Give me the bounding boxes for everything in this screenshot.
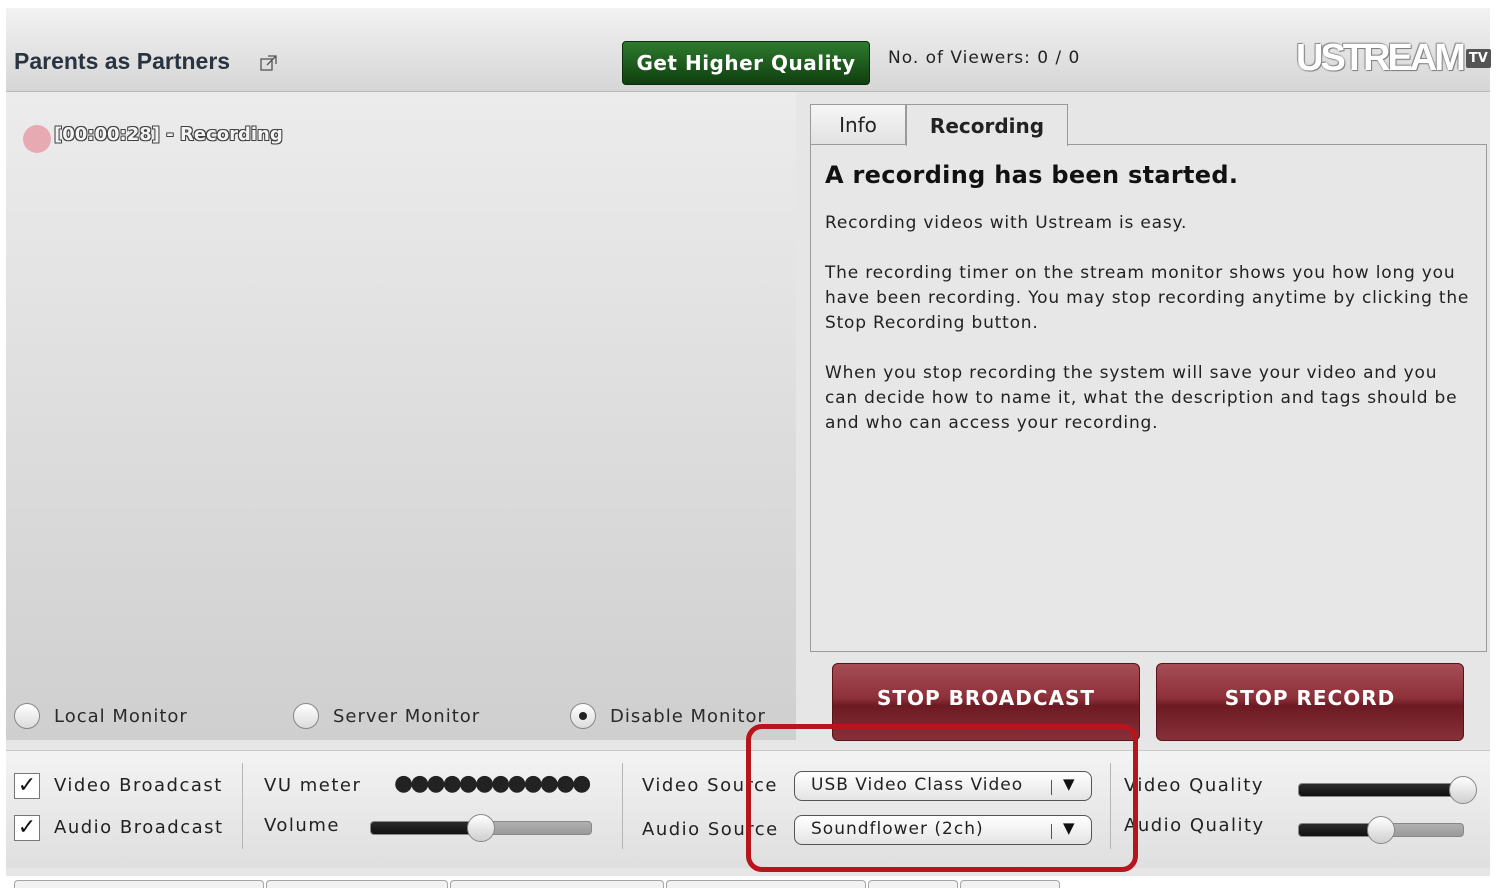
panel-heading: A recording has been started. <box>825 161 1239 189</box>
tab-info[interactable]: Info <box>810 104 906 144</box>
video-source-label: Video Source <box>642 775 778 796</box>
volume-label: Volume <box>264 815 340 836</box>
bottom-tab[interactable] <box>450 880 664 888</box>
radio-label: Server Monitor <box>333 705 481 727</box>
radio-label: Disable Monitor <box>610 705 766 727</box>
video-source-select[interactable]: USB Video Class Video ▼ <box>794 771 1092 801</box>
audio-quality-label: Audio Quality <box>1124 815 1265 836</box>
header-bar: Parents as Partners Get Higher Quality N… <box>6 8 1491 92</box>
panel-paragraph: The recording timer on the stream monito… <box>825 263 1470 333</box>
audio-source-select[interactable]: Soundflower (2ch) ▼ <box>794 815 1092 845</box>
radio-button[interactable] <box>14 703 40 729</box>
audio-broadcast-label: Audio Broadcast <box>54 817 224 838</box>
control-bar: ✓ Video Broadcast ✓ Audio Broadcast VU m… <box>6 750 1490 868</box>
radio-label: Local Monitor <box>54 705 188 727</box>
bottom-tab[interactable] <box>266 880 448 888</box>
audio-source-value: Soundflower (2ch) <box>811 819 984 839</box>
select-separator <box>1051 824 1052 839</box>
volume-slider-knob[interactable] <box>467 814 495 842</box>
panel-paragraph: Recording videos with Ustream is easy. <box>825 213 1188 233</box>
logo-suffix: TV <box>1465 48 1491 68</box>
video-source-value: USB Video Class Video <box>811 775 1024 795</box>
chevron-down-icon[interactable]: ▼ <box>1063 775 1076 793</box>
radio-local-monitor[interactable]: Local Monitor <box>14 702 188 730</box>
divider <box>1110 763 1111 849</box>
vu-meter-label: VU meter <box>264 775 362 796</box>
recording-info-panel: A recording has been started. Recording … <box>810 144 1487 652</box>
recording-timer: [00:00:28] - Recording <box>54 124 283 145</box>
external-link-icon[interactable] <box>260 54 278 72</box>
radio-dot <box>579 712 587 720</box>
channel-title: Parents as Partners <box>14 48 231 74</box>
radio-button[interactable] <box>293 703 319 729</box>
audio-quality-slider-knob[interactable] <box>1367 816 1395 844</box>
volume-slider-fill <box>371 822 481 834</box>
select-separator <box>1051 780 1052 795</box>
radio-server-monitor[interactable]: Server Monitor <box>293 702 480 730</box>
audio-quality-slider[interactable] <box>1298 816 1464 844</box>
audio-broadcast-checkbox[interactable]: ✓ <box>14 815 40 841</box>
tab-recording[interactable]: Recording <box>906 104 1068 146</box>
video-quality-slider[interactable] <box>1298 776 1477 804</box>
video-broadcast-checkbox[interactable]: ✓ <box>14 773 40 799</box>
logo-main: USTREAM <box>1296 36 1466 79</box>
video-quality-slider-fill <box>1299 784 1463 796</box>
audio-source-label: Audio Source <box>642 819 779 840</box>
divider <box>622 763 623 849</box>
radio-disable-monitor[interactable]: Disable Monitor <box>570 702 766 730</box>
viewer-count: No. of Viewers: 0 / 0 <box>888 48 1081 68</box>
broadcast-console: Parents as Partners Get Higher Quality N… <box>6 8 1491 888</box>
ustream-logo: USTREAM TV <box>1296 36 1491 79</box>
bottom-tab[interactable] <box>14 880 264 888</box>
stream-monitor: [00:00:28] - Recording <box>6 92 796 740</box>
radio-button-selected[interactable] <box>570 703 596 729</box>
recording-indicator-icon <box>23 125 51 153</box>
get-higher-quality-button[interactable]: Get Higher Quality <box>622 41 870 85</box>
volume-slider[interactable] <box>370 814 592 842</box>
bottom-tab[interactable] <box>868 880 958 888</box>
stop-record-button[interactable]: STOP RECORD <box>1156 663 1464 741</box>
video-quality-label: Video Quality <box>1124 775 1264 796</box>
video-broadcast-label: Video Broadcast <box>54 775 223 796</box>
video-quality-slider-knob[interactable] <box>1449 776 1477 804</box>
panel-paragraph: When you stop recording the system will … <box>825 363 1458 433</box>
bottom-tab[interactable] <box>960 880 1060 888</box>
divider <box>242 763 243 849</box>
chevron-down-icon[interactable]: ▼ <box>1063 819 1076 837</box>
bottom-tab[interactable] <box>666 880 866 888</box>
vu-meter: ●●●●●●●●●●●● <box>394 771 591 796</box>
stop-broadcast-button[interactable]: STOP BROADCAST <box>832 663 1140 741</box>
